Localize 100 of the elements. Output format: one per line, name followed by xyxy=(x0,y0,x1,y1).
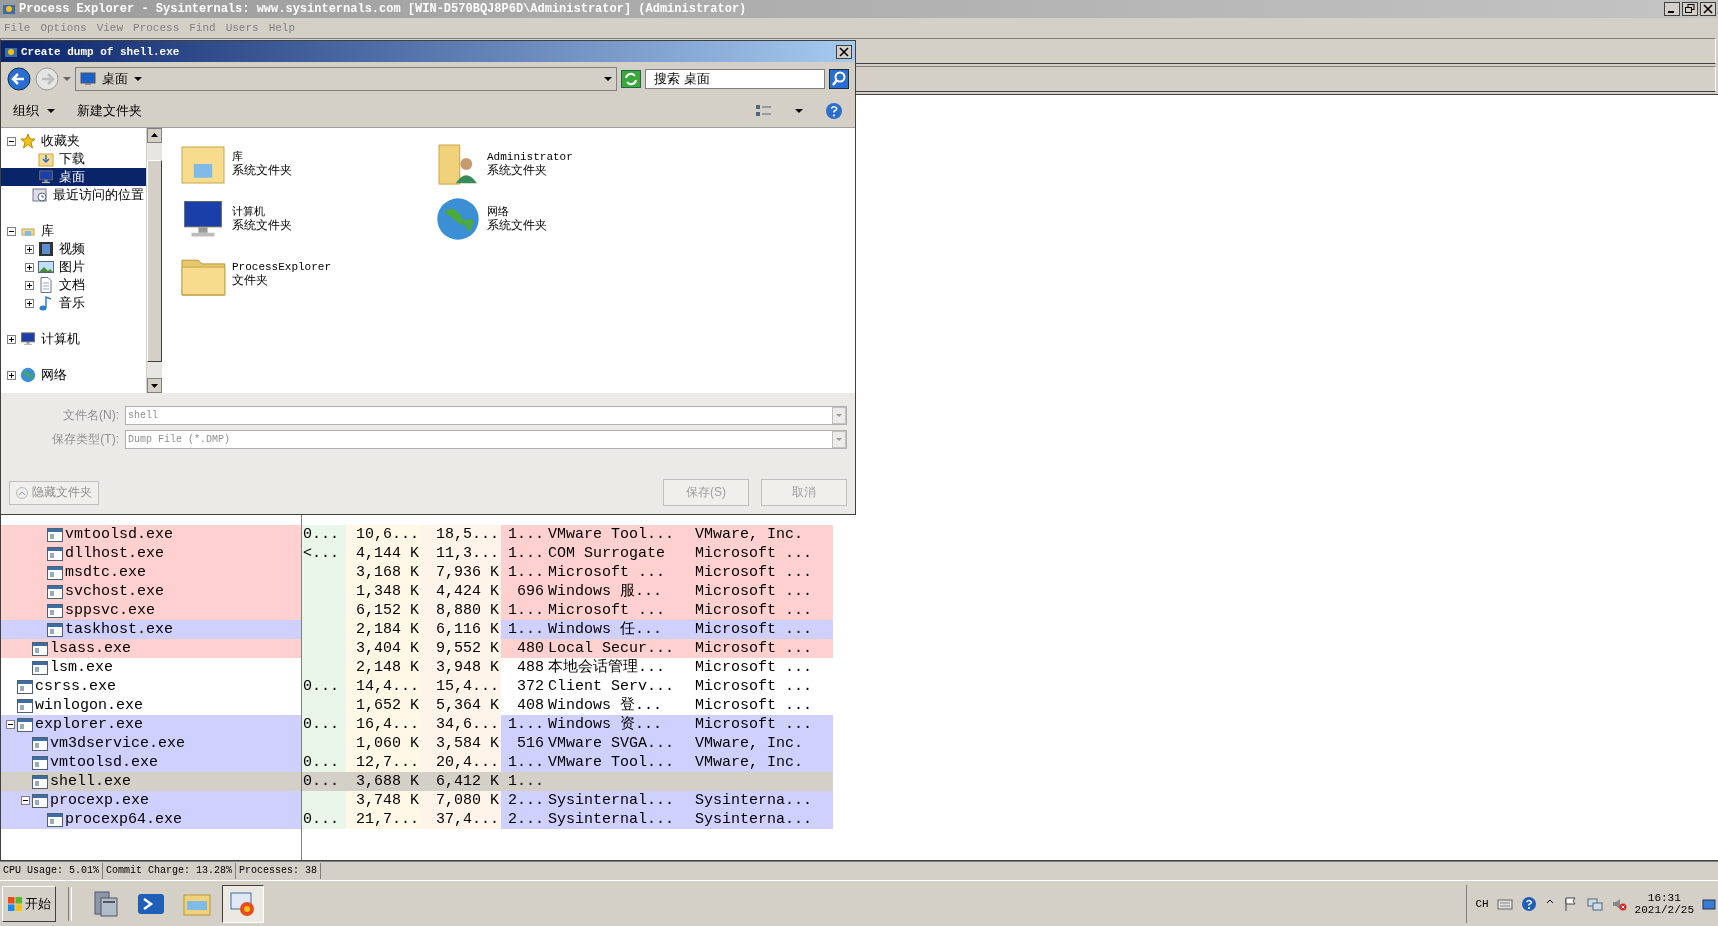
process-name[interactable]: csrss.exe xyxy=(35,677,116,696)
taskbar-app[interactable] xyxy=(222,884,264,923)
search-field[interactable]: 搜索 桌面 xyxy=(645,68,825,89)
table-cell-text: 1... xyxy=(507,715,545,734)
status-text: Processes: 38 xyxy=(236,863,322,879)
process-row[interactable]: procexp.exe 3,748 K 7,080 K 2... Sysinternal... Sysinterna... xyxy=(1,791,833,810)
process-row[interactable]: explorer.exe 0... 16,4... 34,6... 1... Windows 资... Microsoft ... xyxy=(1,715,833,734)
minimize-icon[interactable] xyxy=(1664,2,1680,16)
process-row[interactable]: shell.exe 0... 3,688 K 6,412 K 1... xyxy=(1,772,833,791)
nav-item[interactable]: 网络 xyxy=(1,366,146,384)
expand-icon[interactable] xyxy=(25,262,34,272)
process-name[interactable]: explorer.exe xyxy=(35,715,144,734)
nav-item[interactable]: 视频 xyxy=(1,240,146,258)
expand-icon[interactable] xyxy=(7,334,16,344)
expand-icon[interactable] xyxy=(7,370,16,380)
caret-icon[interactable] xyxy=(795,107,803,115)
caret-icon[interactable] xyxy=(134,74,142,83)
toolbar-button[interactable]: 新建文件夹 xyxy=(77,102,142,120)
chevron-up-icon xyxy=(16,486,28,499)
process-name[interactable]: lsass.exe xyxy=(50,639,131,658)
toolbar-button[interactable]: 组织 xyxy=(13,102,55,120)
item-name[interactable]: 网络 xyxy=(487,205,547,219)
process-row[interactable]: vm3dservice.exe 1,060 K 3,584 K 516 VMware SVGA... VMware, Inc. xyxy=(1,734,833,753)
item-type: 系统文件夹 xyxy=(232,218,292,232)
nav-item[interactable]: 库 xyxy=(1,222,146,240)
process-name[interactable]: taskhost.exe xyxy=(65,620,174,639)
expand-icon[interactable] xyxy=(25,280,34,290)
process-row[interactable]: msdtc.exe 3,168 K 7,936 K 1... Microsoft ... Microsoft ... xyxy=(1,563,833,582)
table-cell-text: 本地会话管理... xyxy=(547,658,666,677)
help-icon[interactable] xyxy=(825,102,843,120)
item-name[interactable]: ProcessExplorer xyxy=(232,260,332,274)
restore-icon[interactable] xyxy=(1682,2,1698,16)
nav-item[interactable]: 音乐 xyxy=(1,294,146,312)
process-name[interactable]: lsm.exe xyxy=(50,658,113,677)
nav-item[interactable]: 文档 xyxy=(1,276,146,294)
process-name[interactable]: msdtc.exe xyxy=(65,563,146,582)
expand-icon[interactable] xyxy=(25,244,34,254)
process-name[interactable]: procexp64.exe xyxy=(65,810,183,829)
program-window-icon xyxy=(47,565,63,580)
process-row[interactable]: vmtoolsd.exe 0... 10,6... 18,5... 1... VMware Tool... VMware, Inc. xyxy=(1,525,833,544)
nav-item[interactable]: 下载 xyxy=(1,150,146,168)
nav-item[interactable]: 桌面 xyxy=(1,168,146,186)
close-icon[interactable] xyxy=(1700,2,1716,16)
item-name[interactable]: Administrator xyxy=(487,150,573,164)
view-options-icon[interactable] xyxy=(755,103,773,119)
process-name[interactable]: vmtoolsd.exe xyxy=(50,753,159,772)
table-cell-text: Microsoft ... xyxy=(694,582,814,601)
nav-item[interactable]: 图片 xyxy=(1,258,146,276)
help-icon[interactable] xyxy=(1520,895,1537,912)
process-row[interactable]: sppsvc.exe 6,152 K 8,880 K 1... Microsoft ... Microsoft ... xyxy=(1,601,833,620)
process-name[interactable]: vmtoolsd.exe xyxy=(65,525,174,544)
scroll-down-icon[interactable] xyxy=(147,378,162,393)
back-icon[interactable] xyxy=(7,66,31,91)
nav-item[interactable]: 收藏夹 xyxy=(1,132,146,150)
process-row[interactable]: vmtoolsd.exe 0... 12,7... 20,4... 1... VMware Tool... VMware, Inc. xyxy=(1,753,833,772)
table-cell: 3,948 K xyxy=(421,658,501,677)
program-window-icon xyxy=(32,736,48,751)
table-cell: 1,652 K xyxy=(346,696,421,715)
process-row[interactable]: taskhost.exe 2,184 K 6,116 K 1... Windows 任... Microsoft ... xyxy=(1,620,833,639)
search-icon[interactable] xyxy=(829,68,849,89)
expand-icon[interactable] xyxy=(25,298,34,308)
nav-item[interactable]: 最近访问的位置 xyxy=(1,186,146,204)
table-cell-text: Windows 任... xyxy=(547,620,664,639)
table-cell-text: Sysinternal... xyxy=(547,810,676,829)
start-button[interactable]: 开始 xyxy=(2,885,56,922)
nav-item[interactable]: 计算机 xyxy=(1,330,146,348)
table-cell: 4,424 K xyxy=(421,582,501,601)
close-icon[interactable] xyxy=(836,44,852,59)
refresh-icon[interactable] xyxy=(621,69,641,88)
flag-icon[interactable] xyxy=(1562,895,1579,912)
collapse-icon[interactable] xyxy=(7,136,16,146)
address-bar[interactable]: 桌面 xyxy=(75,66,617,91)
process-name[interactable]: shell.exe xyxy=(50,772,131,791)
collapse-icon[interactable] xyxy=(5,720,15,729)
show-desktop-icon[interactable] xyxy=(1702,896,1716,911)
dropdown-icon xyxy=(832,430,846,448)
process-name[interactable]: svchost.exe xyxy=(65,582,165,601)
item-name[interactable]: 计算机 xyxy=(232,205,292,219)
scroll-up-icon[interactable] xyxy=(147,128,162,143)
collapse-icon[interactable] xyxy=(7,226,16,236)
collapse-icon[interactable] xyxy=(20,796,30,805)
network-icon[interactable] xyxy=(1586,895,1603,912)
table-cell: 37,4... xyxy=(421,810,501,829)
item-name[interactable]: 库 xyxy=(232,150,292,164)
table-cell-text: Windows 资... xyxy=(547,715,664,734)
process-name[interactable]: sppsvc.exe xyxy=(65,601,155,620)
process-name[interactable]: vm3dservice.exe xyxy=(50,734,186,753)
process-row[interactable]: dllhost.exe <... 4,144 K 11,3... 1... COM Surrogate Microsoft ... xyxy=(1,544,833,563)
process-name[interactable]: dllhost.exe xyxy=(65,544,165,563)
windows-flag-icon xyxy=(7,895,23,912)
process-name[interactable]: procexp.exe xyxy=(50,791,150,810)
process-row[interactable]: svchost.exe 1,348 K 4,424 K 696 Windows 服... Microsoft ... xyxy=(1,582,833,601)
clock[interactable]: 16:31 2021/2/25 xyxy=(1634,891,1694,916)
scrollbar[interactable] xyxy=(146,128,162,393)
process-row[interactable]: procexp64.exe 0... 21,7... 37,4... 2... Sysinternal... Sysinterna... xyxy=(1,810,833,829)
table-cell: 21,7... xyxy=(346,810,421,829)
process-row[interactable]: lsass.exe 3,404 K 9,552 K 480 Local Secur... Microsoft ... xyxy=(1,639,833,658)
language-indicator[interactable]: CH xyxy=(1475,897,1489,910)
process-name[interactable]: winlogon.exe xyxy=(35,696,144,715)
caret-icon[interactable] xyxy=(604,74,612,83)
